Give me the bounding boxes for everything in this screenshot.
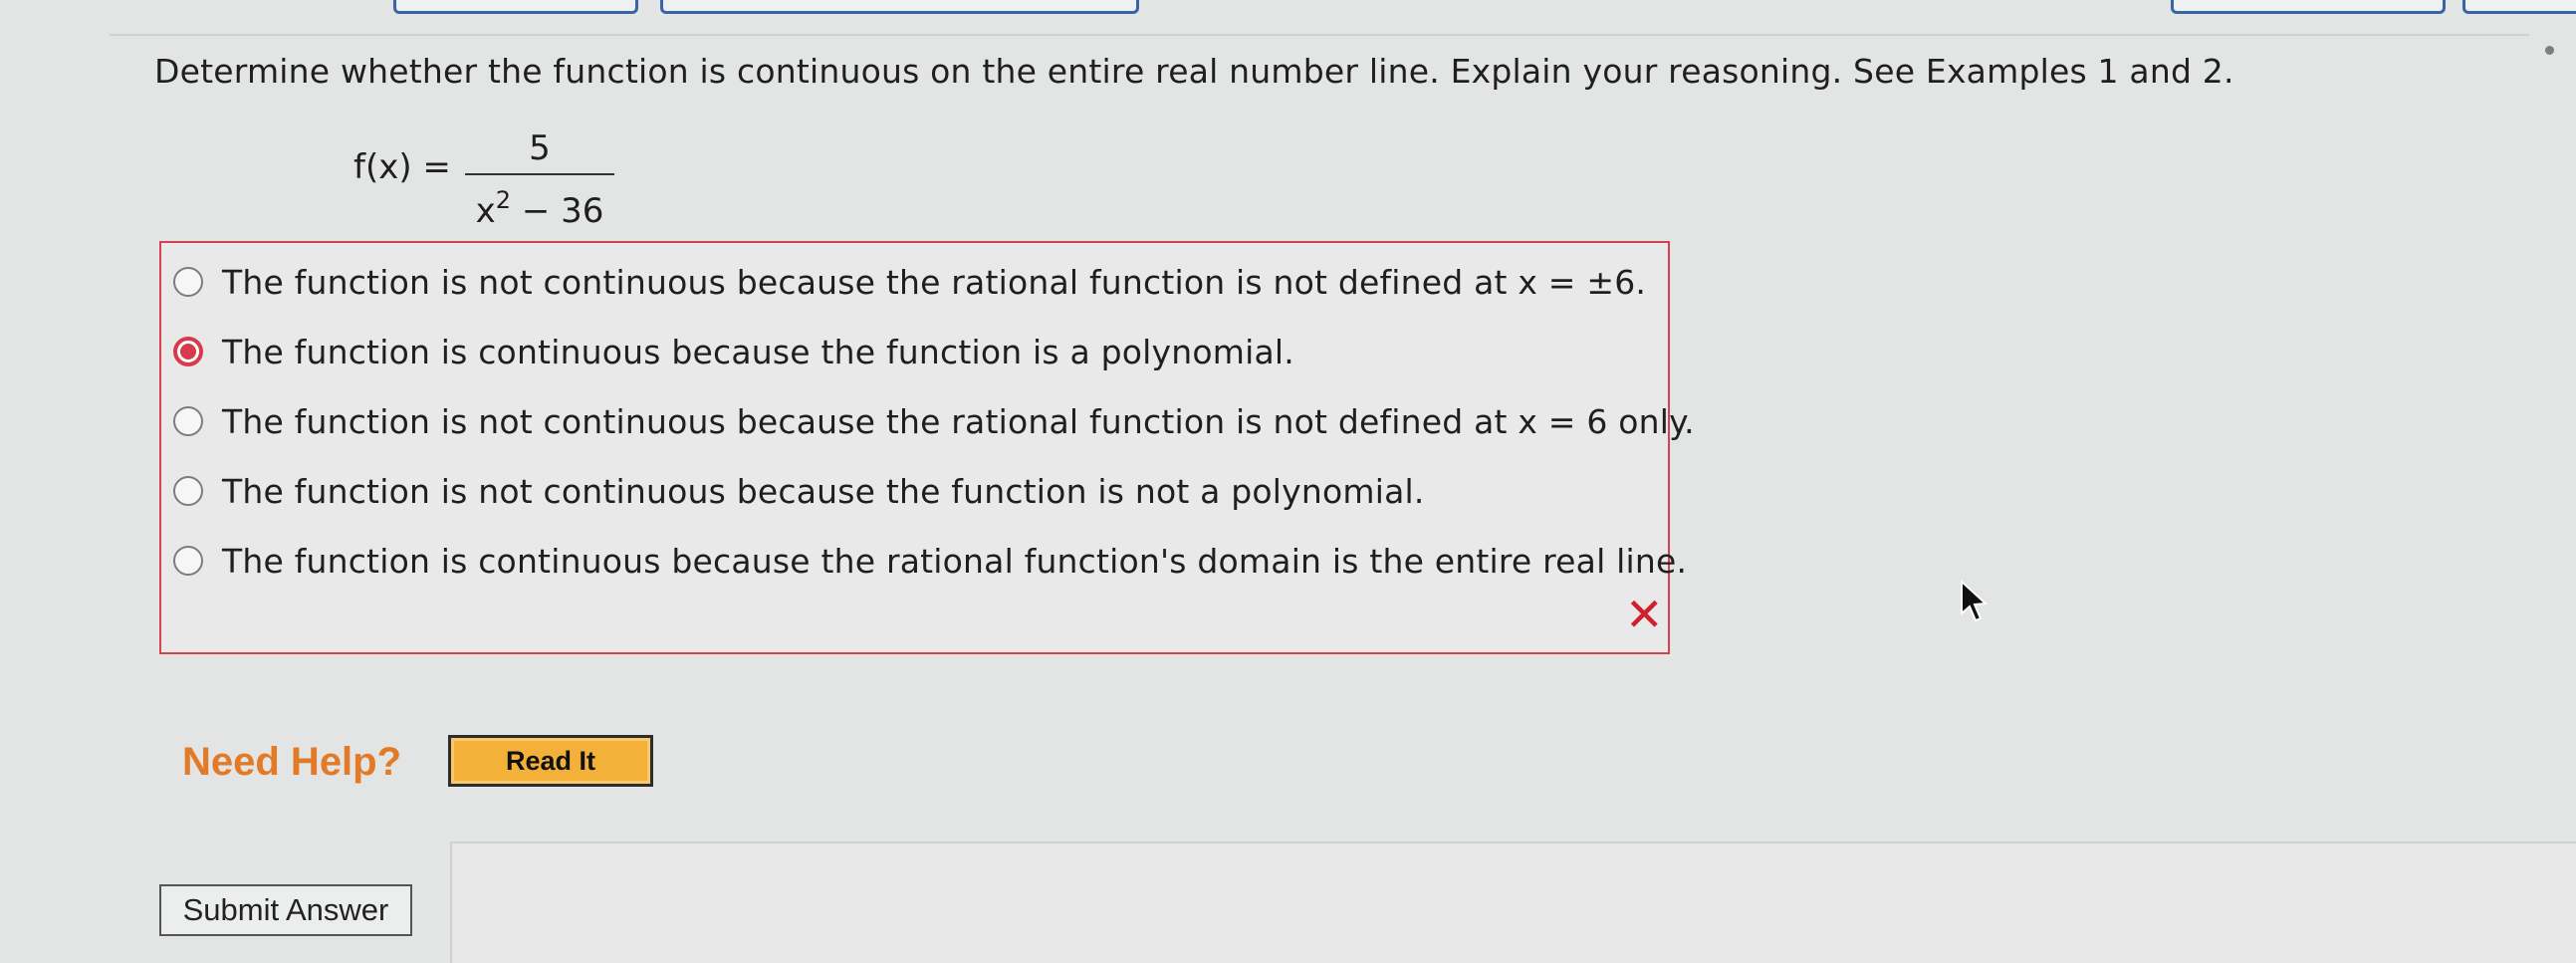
top-toolbar-button-4[interactable] [2462, 0, 2576, 14]
top-toolbar-button-2[interactable] [660, 0, 1139, 14]
radio-option-3[interactable] [173, 406, 203, 436]
answer-area-panel [450, 842, 2576, 963]
incorrect-x-icon: ✕ [1625, 588, 1664, 641]
radio-option-5[interactable] [173, 546, 203, 576]
option-5[interactable]: The function is continuous because the r… [173, 538, 1687, 584]
read-it-button[interactable]: Read It [448, 735, 653, 787]
question-prompt: Determine whether the function is contin… [154, 52, 2234, 91]
denominator-base: x [475, 191, 496, 231]
denominator-rest: − 36 [511, 191, 604, 231]
fraction-bar [465, 173, 614, 175]
option-3[interactable]: The function is not continuous because t… [173, 398, 1695, 444]
option-1[interactable]: The function is not continuous because t… [173, 259, 1646, 305]
top-toolbar-button-1[interactable] [393, 0, 638, 14]
radio-option-1[interactable] [173, 267, 203, 297]
denominator-exponent: 2 [495, 186, 512, 214]
formula-fraction: 5 x2 − 36 [465, 127, 614, 232]
mouse-cursor-icon [1961, 580, 1989, 621]
answer-choices-box: The function is not continuous because t… [159, 241, 1695, 654]
need-help-label: Need Help? [182, 740, 402, 784]
corner-dot [2545, 46, 2554, 55]
radio-option-4[interactable] [173, 476, 203, 506]
header-divider [110, 34, 2529, 36]
option-3-label: The function is not continuous because t… [222, 401, 1695, 441]
option-5-label: The function is continuous because the r… [222, 541, 1688, 581]
option-4-label: The function is not continuous because t… [222, 471, 1425, 511]
formula-denominator: x2 − 36 [465, 179, 614, 232]
option-4[interactable]: The function is not continuous because t… [173, 468, 1425, 514]
formula-lhs: f(x) = [353, 147, 451, 187]
radio-option-2[interactable] [173, 337, 203, 366]
formula-numerator: 5 [529, 128, 551, 168]
submit-answer-button[interactable]: Submit Answer [159, 884, 412, 936]
top-toolbar-button-3[interactable] [2171, 0, 2446, 14]
option-2[interactable]: The function is continuous because the f… [173, 329, 1294, 374]
option-1-label: The function is not continuous because t… [222, 262, 1647, 302]
option-2-label: The function is continuous because the f… [222, 332, 1294, 371]
